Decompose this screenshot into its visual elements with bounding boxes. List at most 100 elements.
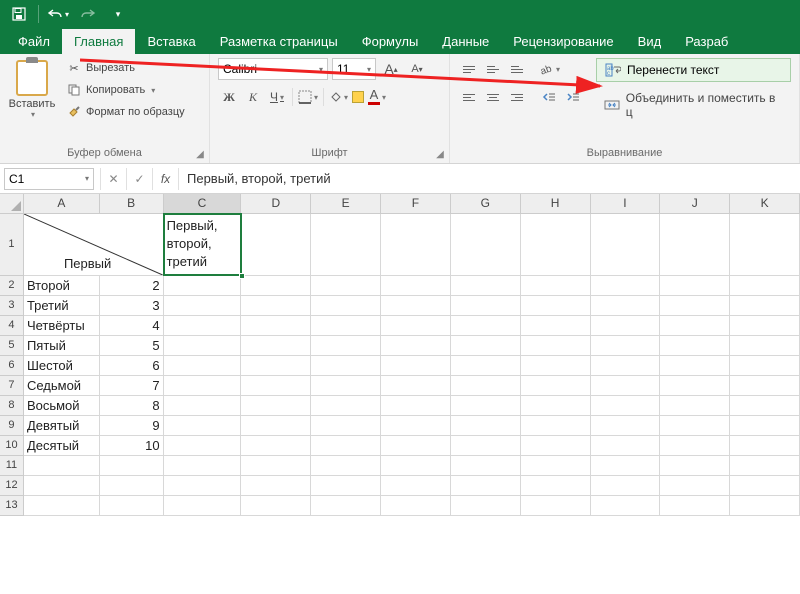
cell[interactable]	[521, 436, 591, 456]
row-header-6[interactable]: 6	[0, 356, 24, 376]
row-header-7[interactable]: 7	[0, 376, 24, 396]
row-header-2[interactable]: 2	[0, 276, 24, 296]
cell[interactable]	[591, 316, 661, 336]
cell[interactable]	[730, 316, 800, 336]
undo-button[interactable]: ▾	[45, 3, 71, 25]
cell[interactable]	[164, 296, 242, 316]
cell[interactable]: Седьмой	[24, 376, 100, 396]
cell[interactable]	[451, 396, 521, 416]
cell[interactable]	[660, 436, 730, 456]
cell[interactable]	[730, 336, 800, 356]
cell[interactable]	[164, 396, 242, 416]
cell[interactable]	[311, 296, 381, 316]
column-header-H[interactable]: H	[521, 194, 591, 213]
cell[interactable]	[521, 416, 591, 436]
cell[interactable]	[311, 436, 381, 456]
cell[interactable]	[591, 436, 661, 456]
cell[interactable]	[730, 214, 800, 276]
cell[interactable]	[311, 496, 381, 516]
cell[interactable]	[591, 336, 661, 356]
cell[interactable]	[730, 436, 800, 456]
cell[interactable]	[24, 496, 100, 516]
cell[interactable]: 6	[100, 356, 164, 376]
orientation-button[interactable]: ab ▾	[538, 58, 560, 80]
fill-color-button[interactable]: ▾	[328, 86, 350, 108]
row-header-11[interactable]: 11	[0, 456, 24, 476]
cell[interactable]	[660, 416, 730, 436]
cell[interactable]	[241, 456, 311, 476]
increase-indent-button[interactable]	[562, 86, 584, 108]
tab-home[interactable]: Главная	[62, 29, 135, 54]
column-header-A[interactable]: A	[24, 194, 100, 213]
cell[interactable]	[311, 416, 381, 436]
cell[interactable]	[381, 416, 451, 436]
cell-A1-B1-merged[interactable]: Первый	[24, 214, 164, 276]
fill-handle[interactable]	[239, 273, 245, 279]
tab-data[interactable]: Данные	[430, 29, 501, 54]
cell[interactable]	[381, 396, 451, 416]
cell[interactable]	[311, 214, 381, 276]
underline-button[interactable]: Ч▾	[266, 86, 288, 108]
tab-review[interactable]: Рецензирование	[501, 29, 625, 54]
cell[interactable]	[591, 496, 661, 516]
row-header-4[interactable]: 4	[0, 316, 24, 336]
font-name-combo[interactable]: Calibri ▾	[218, 58, 328, 80]
cell[interactable]	[660, 276, 730, 296]
cell[interactable]	[521, 376, 591, 396]
cell[interactable]	[241, 496, 311, 516]
cell[interactable]: 2	[100, 276, 164, 296]
cell[interactable]: Шестой	[24, 356, 100, 376]
cell[interactable]	[451, 376, 521, 396]
row-header-13[interactable]: 13	[0, 496, 24, 516]
cell[interactable]: Десятый	[24, 436, 100, 456]
cell[interactable]	[451, 496, 521, 516]
cell[interactable]: Пятый	[24, 336, 100, 356]
name-box[interactable]: C1 ▾	[4, 168, 94, 190]
cell[interactable]	[381, 436, 451, 456]
cell[interactable]	[451, 356, 521, 376]
cell[interactable]	[730, 276, 800, 296]
cell[interactable]	[521, 336, 591, 356]
cell[interactable]	[164, 496, 242, 516]
cell[interactable]	[451, 476, 521, 496]
tab-formulas[interactable]: Формулы	[350, 29, 431, 54]
cell[interactable]	[381, 376, 451, 396]
column-header-C[interactable]: C	[164, 194, 242, 213]
cell[interactable]: Второй	[24, 276, 100, 296]
cell[interactable]	[660, 356, 730, 376]
cell[interactable]	[521, 356, 591, 376]
cell[interactable]	[381, 316, 451, 336]
row-header-8[interactable]: 8	[0, 396, 24, 416]
cell[interactable]	[660, 316, 730, 336]
column-header-I[interactable]: I	[591, 194, 661, 213]
cell[interactable]	[311, 476, 381, 496]
cell[interactable]	[730, 416, 800, 436]
cell[interactable]	[591, 476, 661, 496]
formula-input[interactable]	[179, 168, 800, 190]
cell[interactable]	[730, 476, 800, 496]
redo-button[interactable]	[75, 3, 101, 25]
increase-font-button[interactable]: A▴	[380, 58, 402, 80]
cell[interactable]	[660, 496, 730, 516]
cell[interactable]	[241, 356, 311, 376]
select-all-button[interactable]	[0, 194, 24, 213]
cell[interactable]: 4	[100, 316, 164, 336]
cell[interactable]: Восьмой	[24, 396, 100, 416]
cell[interactable]	[521, 316, 591, 336]
cell[interactable]	[591, 296, 661, 316]
column-header-D[interactable]: D	[241, 194, 311, 213]
tab-view[interactable]: Вид	[626, 29, 674, 54]
cell[interactable]	[164, 436, 242, 456]
row-header-10[interactable]: 10	[0, 436, 24, 456]
align-top-button[interactable]	[458, 58, 480, 80]
cell[interactable]	[241, 416, 311, 436]
cell[interactable]	[451, 456, 521, 476]
cell[interactable]	[164, 376, 242, 396]
clipboard-dialog-launcher[interactable]: ◢	[193, 147, 207, 161]
cell[interactable]: 5	[100, 336, 164, 356]
cell[interactable]	[730, 296, 800, 316]
align-right-button[interactable]	[506, 86, 528, 108]
cell[interactable]	[241, 336, 311, 356]
decrease-indent-button[interactable]	[538, 86, 560, 108]
cell[interactable]	[100, 456, 164, 476]
